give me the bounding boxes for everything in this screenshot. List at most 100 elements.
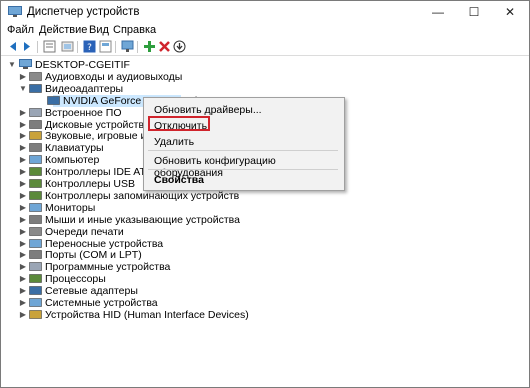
chevron-right-icon[interactable]: ▶ bbox=[19, 190, 27, 202]
chevron-right-icon[interactable]: ▶ bbox=[19, 119, 27, 131]
chevron-down-icon[interactable]: ▼ bbox=[19, 83, 27, 95]
back-icon[interactable] bbox=[6, 40, 19, 53]
chevron-right-icon[interactable]: ▶ bbox=[19, 107, 27, 119]
chevron-right-icon[interactable]: ▶ bbox=[19, 238, 27, 250]
tree-category-item[interactable]: ▶ Сетевые адаптеры bbox=[1, 285, 341, 297]
chevron-right-icon[interactable]: ▶ bbox=[19, 285, 27, 297]
download-icon[interactable] bbox=[173, 40, 186, 53]
tree-category-item[interactable]: ▼ Видеоадаптеры bbox=[1, 83, 341, 95]
tree-item-label: Очереди печати bbox=[45, 225, 124, 238]
close-button[interactable]: ✕ bbox=[493, 1, 527, 23]
menu-properties[interactable]: Свойства bbox=[154, 174, 204, 186]
tree-item-label: Дисковые устройства bbox=[45, 118, 150, 131]
chevron-right-icon[interactable]: ▶ bbox=[19, 130, 27, 142]
usb-icon bbox=[29, 179, 42, 188]
tree-item-label: Компьютер bbox=[45, 154, 100, 167]
svg-text:?: ? bbox=[87, 43, 92, 53]
tree-item-label: Программные устройства bbox=[45, 261, 171, 274]
tree-category-item[interactable]: ▶ Мыши и иные указывающие устройства bbox=[1, 214, 341, 226]
tree-category-item[interactable]: ▶ Мониторы bbox=[1, 202, 341, 214]
scan-icon[interactable] bbox=[61, 40, 74, 53]
menu-disable[interactable]: Отключить bbox=[154, 120, 207, 132]
tree-category-item[interactable]: ▶ Очереди печати bbox=[1, 226, 341, 238]
tree-item-label: Устройства HID (Human Interface Devices) bbox=[45, 308, 249, 321]
chevron-right-icon[interactable]: ▶ bbox=[19, 309, 27, 321]
tree-category-item[interactable]: ▶ Порты (COM и LPT) bbox=[1, 249, 341, 261]
tree-item-label: Аудиовходы и аудиовыходы bbox=[45, 70, 183, 83]
chevron-right-icon[interactable]: ▶ bbox=[19, 261, 27, 273]
tree-category-item[interactable]: ▶ Контроллеры запоминающих устройств bbox=[1, 190, 341, 202]
chevron-right-icon[interactable]: ▶ bbox=[19, 142, 27, 154]
chevron-right-icon[interactable]: ▶ bbox=[19, 71, 27, 83]
tree-item-label: Мыши и иные указывающие устройства bbox=[45, 213, 240, 226]
show-icon[interactable] bbox=[99, 40, 112, 53]
portable-icon bbox=[29, 238, 42, 248]
tree-root[interactable]: ▼ DESKTOP-CGEITIF bbox=[1, 59, 201, 71]
tree-category-item[interactable]: ▶ Программные устройства bbox=[1, 261, 341, 273]
help-icon[interactable]: ? bbox=[83, 40, 96, 53]
chevron-right-icon[interactable]: ▶ bbox=[19, 226, 27, 238]
system-icon bbox=[29, 298, 42, 307]
chevron-right-icon[interactable]: ▶ bbox=[19, 166, 27, 178]
printer-icon bbox=[29, 226, 42, 236]
display-adapter-icon bbox=[29, 83, 42, 93]
add-driver-icon[interactable] bbox=[143, 40, 156, 53]
tree-category-item[interactable]: ▶ Системные устройства bbox=[1, 297, 341, 309]
tree-item-label: Сетевые адаптеры bbox=[45, 285, 138, 298]
device-manager-app-icon bbox=[8, 6, 22, 17]
tree-item-label: Процессоры bbox=[45, 273, 106, 286]
cpu-icon bbox=[29, 274, 42, 283]
tree-category-item[interactable]: ▶ Устройства HID (Human Interface Devices… bbox=[1, 309, 341, 321]
title-bar: Диспетчер устройств — ☐ ✕ bbox=[1, 1, 529, 23]
network-icon bbox=[29, 286, 42, 295]
port-icon bbox=[29, 250, 42, 260]
storage-icon bbox=[29, 191, 42, 200]
controller-icon bbox=[29, 167, 42, 176]
sound-icon bbox=[29, 131, 42, 141]
mouse-icon bbox=[29, 214, 42, 224]
menu-help[interactable]: Справка bbox=[113, 24, 156, 36]
menu-update-drivers[interactable]: Обновить драйверы... bbox=[154, 104, 262, 116]
minimize-button[interactable]: — bbox=[421, 1, 455, 23]
menu-bar: Файл Действие Вид Справка bbox=[1, 23, 529, 39]
maximize-button[interactable]: ☐ bbox=[457, 1, 491, 23]
chevron-right-icon[interactable]: ▶ bbox=[19, 249, 27, 261]
tree-item-label: Клавиатуры bbox=[45, 142, 104, 155]
menu-file[interactable]: Файл bbox=[7, 24, 34, 36]
chevron-right-icon[interactable]: ▶ bbox=[19, 154, 27, 166]
chevron-right-icon[interactable]: ▶ bbox=[19, 297, 27, 309]
disk-icon bbox=[29, 119, 42, 129]
remove-icon[interactable] bbox=[158, 40, 171, 53]
tree-item-label: Мониторы bbox=[45, 201, 96, 214]
keyboard-icon bbox=[29, 143, 42, 153]
tree-item-label: Видеоадаптеры bbox=[45, 82, 124, 95]
firmware-icon bbox=[29, 107, 42, 117]
forward-icon[interactable] bbox=[21, 40, 34, 53]
device-manager-window: Диспетчер устройств — ☐ ✕ Файл Действие … bbox=[0, 0, 530, 388]
chevron-right-icon[interactable]: ▶ bbox=[19, 273, 27, 285]
properties-icon[interactable] bbox=[43, 40, 56, 53]
tree-item-label: Системные устройства bbox=[45, 297, 158, 309]
tree-item-label: Контроллеры USB bbox=[45, 178, 135, 190]
tree-item-label: Контроллеры запоминающих устройств bbox=[45, 189, 240, 202]
menu-uninstall[interactable]: Удалить bbox=[154, 136, 194, 148]
menu-action[interactable]: Действие bbox=[39, 24, 87, 36]
chevron-down-icon[interactable]: ▼ bbox=[8, 59, 16, 71]
audio-icon bbox=[29, 72, 42, 81]
context-menu: Обновить драйверы... Отключить Удалить О… bbox=[143, 97, 345, 191]
toolbar: ? bbox=[1, 39, 529, 56]
menu-view[interactable]: Вид bbox=[89, 24, 109, 36]
chevron-right-icon[interactable]: ▶ bbox=[19, 214, 27, 226]
chevron-right-icon[interactable]: ▶ bbox=[19, 178, 27, 190]
gpu-icon bbox=[47, 95, 60, 105]
window-title: Диспетчер устройств bbox=[27, 6, 140, 18]
tree-category-item[interactable]: ▶ Процессоры bbox=[1, 273, 341, 285]
monitor-icon[interactable] bbox=[121, 40, 134, 53]
tree-category-item[interactable]: ▶ Переносные устройства bbox=[1, 238, 341, 250]
computer-icon bbox=[29, 155, 42, 164]
computer-icon bbox=[19, 59, 32, 69]
tree-item-label: Переносные устройства bbox=[45, 237, 164, 250]
tree-item-label: Порты (COM и LPT) bbox=[45, 249, 142, 262]
tree-category-item[interactable]: ▶ Аудиовходы и аудиовыходы bbox=[1, 71, 341, 83]
chevron-right-icon[interactable]: ▶ bbox=[19, 202, 27, 214]
